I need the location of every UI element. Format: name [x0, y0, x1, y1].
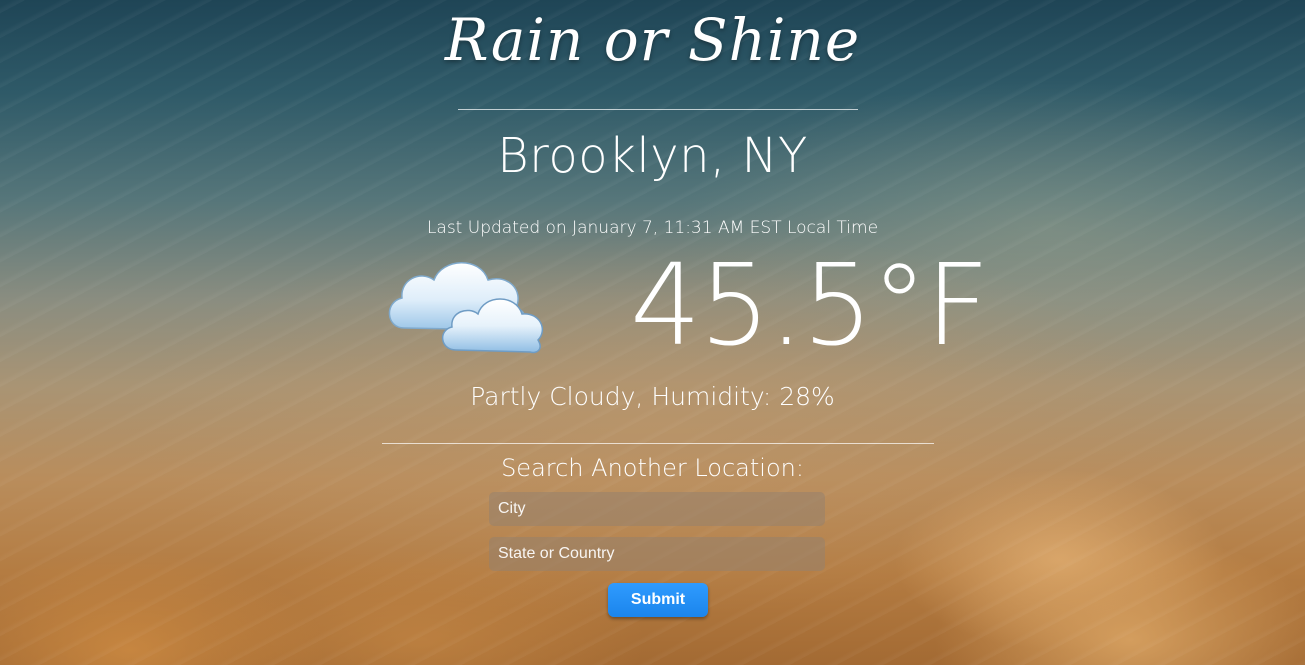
title-divider: [458, 109, 858, 110]
temperature-reading: 45.5°F: [630, 241, 990, 371]
last-updated-text: Last Updated on January 7, 11:31 AM EST …: [426, 218, 879, 238]
search-heading: Search Another Location:: [501, 454, 804, 482]
conditions-text: Partly Cloudy, Humidity: 28%: [470, 382, 835, 411]
location-name: Brooklyn, NY: [497, 128, 808, 184]
submit-button[interactable]: Submit: [608, 583, 708, 617]
partly-cloudy-icon: [384, 250, 550, 360]
search-divider: [382, 443, 934, 444]
app-title: Rain or Shine: [444, 6, 861, 74]
state-country-input[interactable]: [489, 537, 825, 571]
city-input[interactable]: [489, 492, 825, 526]
